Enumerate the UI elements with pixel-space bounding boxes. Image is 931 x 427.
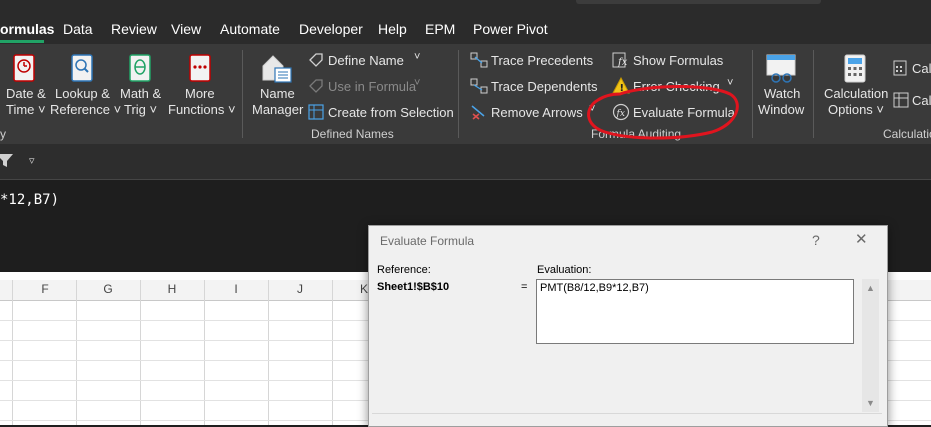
calculate-sheet-button[interactable]: Cal (893, 90, 931, 110)
calculate-now-label: Cal (912, 61, 931, 76)
name-manager-label-2: Manager (252, 102, 304, 117)
trace-dependents-icon (470, 78, 488, 94)
tab-power-pivot[interactable]: Power Pivot (473, 21, 548, 37)
trace-dependents-button[interactable]: Trace Dependents (468, 76, 597, 96)
help-icon[interactable]: ? (812, 232, 820, 248)
tab-automate[interactable]: Automate (220, 21, 280, 37)
name-tag-icon (262, 55, 292, 83)
group-separator (242, 50, 243, 138)
calculation-options-label-1: Calculation (824, 86, 889, 101)
name-manager-label-1: Name (260, 86, 295, 101)
grid-line (76, 280, 77, 425)
tab-epm[interactable]: EPM (425, 21, 455, 37)
lookup-label-2: Reference ˅ (50, 102, 122, 117)
tab-data[interactable]: Data (63, 21, 93, 37)
remove-arrows-label: Remove Arrows (491, 105, 583, 120)
evaluation-text: PMT(B8/12,B9*12,B7) (540, 282, 649, 294)
red-highlight-circle (587, 85, 739, 140)
lookup-label-1: Lookup & (55, 86, 110, 101)
column-header-h[interactable]: H (162, 282, 182, 296)
active-tab-indicator (0, 40, 44, 43)
filter-icon[interactable] (0, 153, 14, 169)
grid-line (12, 280, 13, 425)
tag-icon (309, 53, 323, 67)
create-from-selection-button[interactable]: Create from Selection (306, 102, 454, 122)
calculation-group-label: Calculation (883, 127, 931, 141)
grid-selection-icon (308, 104, 324, 120)
calculator-icon (844, 54, 866, 83)
evaluation-scrollbar[interactable] (862, 279, 879, 412)
define-name-button[interactable]: Define Name ˅ (306, 50, 424, 70)
calculation-options-label-2: Options ˅ (828, 102, 885, 117)
trace-precedents-button[interactable]: Trace Precedents (468, 50, 593, 70)
formula-text[interactable]: *12,B7) (0, 192, 59, 208)
trace-precedents-label: Trace Precedents (491, 53, 594, 68)
svg-text:fx: fx (617, 57, 628, 68)
tab-help[interactable]: Help (378, 21, 407, 37)
math-trig-label-1: Math & (120, 86, 162, 101)
tag-disabled-icon (309, 79, 323, 93)
column-header-f[interactable]: F (35, 282, 55, 296)
calc-now-icon (893, 60, 907, 76)
quick-access-bar (0, 144, 931, 180)
more-functions-label-1: More (185, 86, 215, 101)
use-in-formula-button[interactable]: Use in Formula ˅ (306, 76, 424, 96)
watch-window-icon (766, 54, 796, 83)
calendar-clock-icon (13, 54, 35, 82)
define-name-label: Define Name (328, 53, 404, 68)
show-formulas-label: Show Formulas (633, 53, 724, 68)
reference-label: Reference: (377, 264, 431, 276)
date-time-label-1: Date & (6, 86, 46, 101)
more-functions-label-2: Functions ˅ (168, 102, 236, 117)
tab-view[interactable]: View (171, 21, 201, 37)
dialog-title: Evaluate Formula (380, 234, 475, 248)
tab-review[interactable]: Review (111, 21, 157, 37)
column-header-g[interactable]: G (98, 282, 118, 296)
customize-dropdown-icon[interactable]: ▿ (29, 154, 35, 167)
function-library-group-label: y (0, 127, 6, 141)
equals-sign: = (521, 281, 528, 293)
watch-window-label-2: Window (758, 102, 805, 117)
theta-book-icon (129, 54, 151, 82)
more-functions-book-icon (189, 54, 211, 82)
group-separator (813, 50, 814, 138)
calculate-sheet-label: Cal (912, 93, 931, 108)
book-magnifier-icon (71, 54, 93, 82)
dialog-divider (372, 413, 882, 414)
show-formulas-icon: fx (612, 52, 628, 68)
use-in-formula-label: Use in Formula (328, 79, 417, 94)
grid-line (332, 280, 333, 425)
watch-window-label-1: Watch (764, 86, 801, 101)
column-header-j[interactable]: J (290, 282, 310, 296)
close-icon[interactable]: ✕ (855, 230, 868, 248)
tab-developer[interactable]: Developer (299, 21, 363, 37)
math-trig-label-2: Trig ˅ (124, 102, 158, 117)
create-from-selection-label: Create from Selection (328, 105, 454, 120)
show-formulas-button[interactable]: fx Show Formulas (610, 50, 724, 70)
date-time-label-2: Time ˅ (6, 102, 46, 117)
grid-line (140, 280, 141, 425)
group-separator (752, 50, 753, 138)
search-bar-edge (576, 0, 821, 4)
reference-value: Sheet1!$B$10 (377, 281, 450, 293)
remove-arrows-icon (471, 105, 485, 120)
scroll-down-arrow-icon[interactable]: ▼ (866, 398, 875, 408)
scroll-up-arrow-icon[interactable]: ▲ (866, 283, 875, 293)
tab-formulas[interactable]: ormulas (0, 21, 54, 37)
calc-sheet-icon (893, 92, 909, 108)
column-header-i[interactable]: I (226, 282, 246, 296)
grid-line (268, 280, 269, 425)
grid-line (204, 280, 205, 425)
chevron-down-icon: ˅ (414, 77, 421, 89)
trace-precedents-icon (470, 52, 488, 68)
calculate-now-button[interactable]: Cal (893, 58, 931, 78)
defined-names-group-label: Defined Names (311, 127, 394, 141)
chevron-down-icon: ˅ (414, 51, 421, 63)
group-separator (458, 50, 459, 138)
evaluation-label: Evaluation: (537, 264, 592, 276)
